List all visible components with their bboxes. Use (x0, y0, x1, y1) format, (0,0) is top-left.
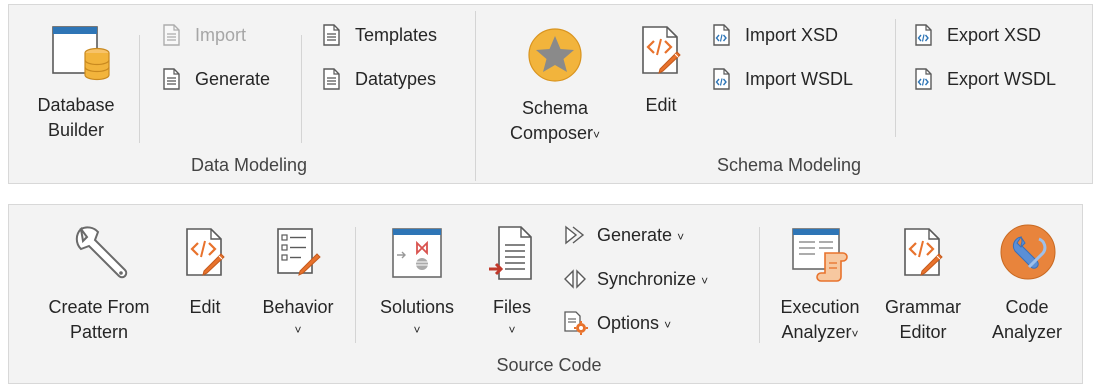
ribbon-top: Database Builder Import Generate Templat… (8, 4, 1093, 184)
code-edit-icon (183, 227, 227, 277)
import-xsd-label: Import XSD (745, 25, 839, 45)
import-button[interactable]: Import (159, 21, 289, 49)
separator (301, 35, 302, 143)
datatypes-label: Datatypes (355, 69, 437, 89)
solutions-button[interactable]: Solutions ˅ (365, 219, 469, 349)
export-wsdl-label: Export WSDL (947, 69, 1057, 89)
xml-document-icon (913, 68, 933, 90)
chevron-down-icon: ˅ (664, 318, 672, 332)
export-wsdl-button[interactable]: Export WSDL (911, 65, 1087, 93)
behavior-button[interactable]: Behavior ˅ (247, 219, 349, 349)
document-icon (321, 68, 341, 90)
separator (759, 227, 760, 343)
code-analyzer-icon (999, 223, 1057, 281)
schema-modeling-group-label: Schema Modeling (716, 155, 862, 175)
schema-composer-label-line1: Schema (521, 98, 589, 118)
schema-composer-button[interactable]: Schema Composer˅ (497, 19, 613, 149)
generate-arrow-icon (563, 224, 587, 246)
xml-document-icon (913, 24, 933, 46)
xml-document-icon (711, 24, 731, 46)
files-label: Files (492, 297, 531, 317)
chevron-down-icon: ˅ (413, 323, 421, 337)
create-from-pattern-button[interactable]: Create From Pattern (31, 219, 167, 349)
grammar-editor-button[interactable]: Grammar Editor (879, 219, 967, 349)
schema-composer-label-line2: Composer˅ (509, 123, 601, 143)
source-code-group-label: Source Code (496, 355, 602, 375)
behavior-label: Behavior (262, 297, 334, 317)
options-gear-icon (563, 311, 589, 335)
source-edit-label: Edit (189, 297, 221, 317)
solution-icon (389, 225, 445, 281)
import-xsd-button[interactable]: Import XSD (709, 21, 887, 49)
synchronize-icon (563, 268, 587, 290)
grammar-editor-label-line1: Grammar (885, 297, 961, 317)
list-edit-icon (275, 227, 323, 277)
chevron-down-icon: ˅ (677, 230, 685, 244)
options-dropdown-button[interactable]: Options ˅ (561, 309, 751, 337)
synchronize-label: Synchronize ˅ (597, 269, 709, 289)
document-icon (161, 68, 181, 90)
data-modeling-group-label: Data Modeling (190, 155, 308, 175)
datatypes-button[interactable]: Datatypes (319, 65, 464, 93)
export-xsd-label: Export XSD (947, 25, 1042, 45)
separator (895, 19, 896, 137)
execution-analyzer-button[interactable]: Execution Analyzer˅ (765, 219, 875, 349)
code-edit-icon (639, 25, 683, 75)
export-xsd-button[interactable]: Export XSD (911, 21, 1087, 49)
code-analyzer-label-line2: Analyzer (991, 322, 1063, 342)
source-edit-button[interactable]: Edit (175, 219, 235, 349)
options-label: Options ˅ (597, 313, 672, 333)
solutions-label: Solutions (379, 297, 455, 317)
generate-label: Generate ˅ (597, 225, 685, 245)
code-edit-icon (901, 227, 945, 277)
import-wsdl-label: Import WSDL (745, 69, 854, 89)
synchronize-dropdown-button[interactable]: Synchronize ˅ (561, 265, 751, 293)
chevron-down-icon: ˅ (701, 274, 709, 288)
files-button[interactable]: Files ˅ (477, 219, 547, 349)
import-label: Import (195, 25, 247, 45)
xml-document-icon (711, 68, 731, 90)
document-icon (161, 24, 181, 46)
ribbon-bottom: Create From Pattern Edit Behavior ˅ Solu… (8, 204, 1083, 384)
group-separator (475, 11, 476, 181)
separator (139, 35, 140, 143)
generate-label: Generate (195, 69, 271, 89)
database-builder-label-line2: Builder (47, 120, 105, 140)
templates-button[interactable]: Templates (319, 21, 464, 49)
code-analyzer-button[interactable]: Code Analyzer (979, 219, 1075, 349)
generate-dropdown-button[interactable]: Generate ˅ (561, 221, 751, 249)
database-builder-label-line1: Database (37, 95, 115, 115)
database-builder-button[interactable]: Database Builder (23, 19, 129, 149)
templates-label: Templates (355, 25, 438, 45)
schema-edit-label: Edit (645, 95, 677, 115)
chevron-down-icon: ˅ (294, 323, 302, 337)
star-icon (527, 27, 583, 83)
execution-analyzer-label-line1: Execution (780, 297, 860, 317)
chevron-down-icon: ˅ (508, 323, 516, 337)
database-icon (51, 23, 111, 85)
chevron-down-icon: ˅ (593, 128, 601, 142)
execution-analyzer-label-line2: Analyzer˅ (781, 322, 859, 342)
chevron-down-icon: ˅ (851, 327, 859, 341)
create-from-pattern-label-line2: Pattern (69, 322, 129, 342)
separator (355, 227, 356, 343)
schema-edit-button[interactable]: Edit (627, 19, 695, 149)
generate-button[interactable]: Generate (159, 65, 289, 93)
execution-analyzer-icon (791, 225, 851, 283)
document-icon (321, 24, 341, 46)
create-from-pattern-label-line1: Create From (48, 297, 150, 317)
grammar-editor-label-line2: Editor (899, 322, 947, 342)
code-analyzer-label-line1: Code (1005, 297, 1049, 317)
wrench-icon (71, 223, 131, 283)
import-wsdl-button[interactable]: Import WSDL (709, 65, 887, 93)
files-icon (487, 225, 537, 283)
